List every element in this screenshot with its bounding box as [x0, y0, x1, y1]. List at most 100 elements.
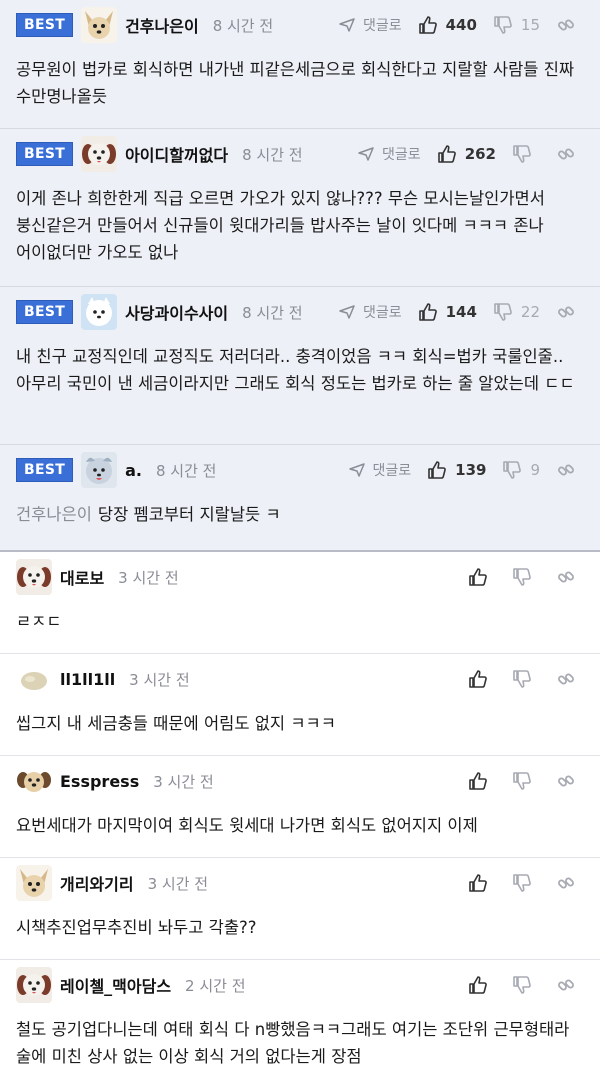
link-icon [556, 460, 580, 480]
like-button[interactable] [468, 669, 496, 689]
like-button[interactable]: 440 [418, 15, 477, 35]
nickname[interactable]: 레이첼_맥아담스 [60, 973, 171, 997]
link-icon [556, 302, 580, 322]
comment-actions: 댓글로 262 [342, 144, 584, 164]
share-button[interactable] [556, 460, 584, 480]
link-icon [556, 975, 580, 995]
reply-label: 댓글로 [362, 305, 402, 321]
best-badge: BEST [16, 13, 74, 37]
thumbs-up-icon [468, 975, 492, 995]
nickname[interactable]: a. [125, 461, 142, 480]
like-button[interactable]: 139 [427, 460, 486, 480]
link-icon [556, 567, 580, 587]
comment-text: 씹그지 내 세금충들 때문에 어림도 없지 ㅋㅋㅋ [16, 714, 336, 733]
dislike-count: 15 [520, 16, 540, 34]
share-button[interactable] [556, 144, 584, 164]
best-badge: BEST [16, 142, 74, 166]
share-button[interactable] [556, 669, 584, 689]
best-comment: BEST 건후나은이 8 시간 전 댓글로 440 15 공무원이 법카로 회식… [0, 0, 600, 129]
dislike-button[interactable] [512, 771, 540, 791]
timestamp: 8 시간 전 [242, 145, 303, 164]
comment-header: Esspress 3 시간 전 [16, 756, 584, 806]
comment: 레이첼_맥아담스 2 시간 전 철도 공기업다니는데 여태 회식 다 n빵했음ㅋ… [0, 960, 600, 1087]
comment-header: BEST a. 8 시간 전 댓글로 139 9 [16, 445, 584, 495]
nickname[interactable]: 개리와기리 [60, 871, 134, 895]
comment-header: ll1ll1ll 3 시간 전 [16, 654, 584, 704]
dislike-button[interactable]: 15 [493, 15, 540, 35]
dislike-button[interactable]: 9 [502, 460, 540, 480]
reply-arrow-icon [339, 18, 359, 32]
share-button[interactable] [556, 567, 584, 587]
like-button[interactable] [468, 771, 496, 791]
dislike-button[interactable] [512, 144, 540, 164]
avatar[interactable] [81, 452, 118, 488]
thumbs-down-icon [493, 302, 517, 322]
thumbs-down-icon [512, 771, 536, 791]
share-button[interactable] [556, 873, 584, 893]
nickname[interactable]: 대로보 [60, 565, 104, 589]
avatar[interactable] [16, 967, 52, 1003]
dislike-button[interactable] [512, 567, 540, 587]
like-count: 440 [445, 16, 477, 34]
best-badge: BEST [16, 300, 74, 324]
reply-button[interactable]: 댓글로 [348, 460, 412, 480]
comment: Esspress 3 시간 전 요번세대가 마지막이여 회식도 윗세대 나가면 … [0, 756, 600, 858]
dislike-button[interactable]: 22 [493, 302, 540, 322]
thumbs-up-icon [418, 15, 442, 35]
timestamp: 8 시간 전 [212, 16, 274, 35]
reply-button[interactable]: 댓글로 [358, 144, 421, 164]
dislike-button[interactable] [512, 873, 540, 893]
thumbs-up-icon [468, 771, 492, 791]
timestamp: 2 시간 전 [185, 976, 246, 995]
like-button[interactable] [468, 567, 496, 587]
nickname[interactable]: Esspress [60, 772, 139, 791]
thumbs-up-icon [427, 460, 451, 480]
reply-mention[interactable]: 건후나은이 [16, 505, 92, 524]
timestamp: 8 시간 전 [155, 461, 217, 480]
avatar[interactable] [16, 763, 52, 799]
comment: 대로보 3 시간 전 ㄹㅈㄷ [0, 552, 600, 654]
share-button[interactable] [556, 15, 584, 35]
like-button[interactable] [468, 873, 496, 893]
avatar[interactable] [16, 559, 52, 595]
link-icon [556, 669, 580, 689]
avatar[interactable] [16, 661, 52, 697]
timestamp: 3 시간 전 [153, 772, 214, 791]
comment-text: 건후나은이 당장 펨코부터 지랄날듯 ㅋ [16, 495, 584, 544]
like-count: 144 [445, 303, 477, 321]
avatar[interactable] [81, 294, 118, 330]
avatar[interactable] [81, 136, 118, 172]
like-button[interactable]: 262 [437, 144, 496, 164]
comment-text-content: 당장 펨코부터 지랄날듯 ㅋ [97, 505, 281, 524]
comment-text: 시책추진업무추진비 놔두고 각출?? [16, 918, 257, 937]
reply-label: 댓글로 [362, 18, 402, 34]
share-button[interactable] [556, 771, 584, 791]
thumbs-down-icon [512, 567, 536, 587]
reply-button[interactable]: 댓글로 [339, 15, 402, 35]
comment-actions [452, 669, 584, 689]
nickname[interactable]: 아이디할꺼없다 [125, 142, 228, 166]
dislike-button[interactable] [512, 669, 540, 689]
share-button[interactable] [556, 975, 584, 995]
comment-header: 대로보 3 시간 전 [16, 552, 584, 602]
share-button[interactable] [556, 302, 584, 322]
thumbs-up-icon [468, 873, 492, 893]
dislike-button[interactable] [512, 975, 540, 995]
comment-text: ㄹㅈㄷ [16, 612, 62, 631]
nickname[interactable]: 사당과이수사이 [125, 300, 228, 324]
comment-text: 공무원이 법카로 회식하면 내가낸 피같은세금으로 회식한다고 지랄할 사람들 … [16, 60, 575, 106]
reply-label: 댓글로 [372, 463, 412, 479]
thumbs-down-icon [493, 15, 517, 35]
like-button[interactable] [468, 975, 496, 995]
like-button[interactable]: 144 [418, 302, 477, 322]
reply-label: 댓글로 [382, 147, 421, 163]
comment-actions: 댓글로 440 15 [323, 15, 584, 35]
nickname[interactable]: ll1ll1ll [60, 670, 115, 689]
avatar[interactable] [81, 7, 118, 43]
comment-header: BEST 건후나은이 8 시간 전 댓글로 440 15 [16, 0, 584, 50]
comment-actions [452, 567, 584, 587]
dislike-count: 22 [520, 303, 540, 321]
avatar[interactable] [16, 865, 52, 901]
nickname[interactable]: 건후나은이 [125, 13, 199, 37]
reply-button[interactable]: 댓글로 [339, 302, 402, 322]
